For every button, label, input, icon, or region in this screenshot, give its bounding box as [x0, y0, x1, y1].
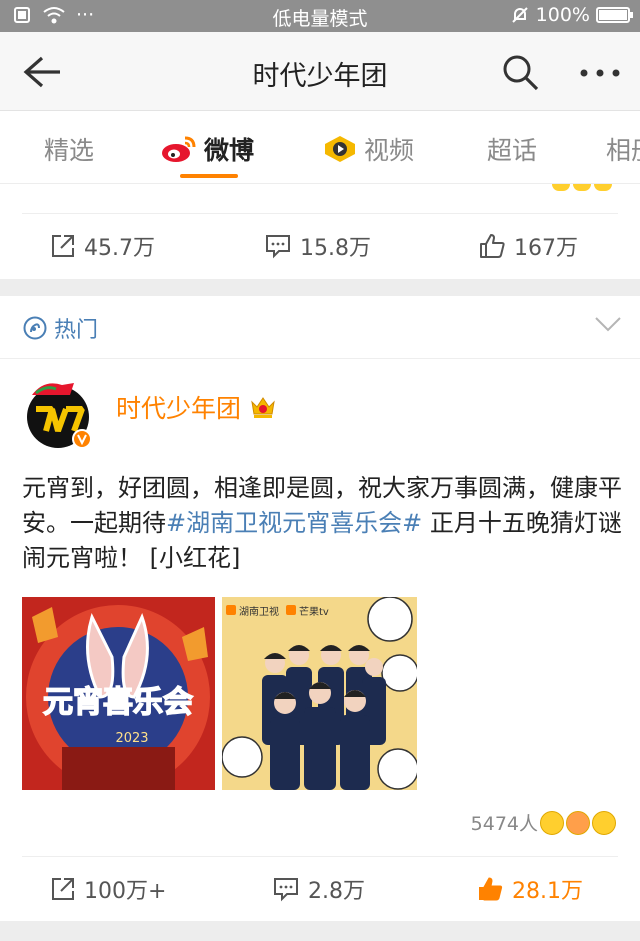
- share-icon: [52, 235, 74, 257]
- weibo-logo-icon: [162, 136, 196, 162]
- tab-supertopic[interactable]: 超话: [487, 131, 537, 167]
- author-name[interactable]: 时代少年团: [116, 389, 277, 425]
- status-bar: ··· 低电量模式 100%: [0, 0, 640, 32]
- page-title: 时代少年团: [252, 61, 388, 92]
- hot-icon: [23, 316, 47, 340]
- like-button[interactable]: 167万: [478, 230, 578, 262]
- chevron-down-icon[interactable]: [594, 314, 622, 334]
- crown-badge-icon: [251, 397, 275, 418]
- hot-label: 热门: [22, 312, 98, 344]
- action-row: 45.7万 15.8万 167万: [0, 214, 640, 278]
- thumbs-up-icon: [480, 234, 505, 258]
- group-photo-image: 湖南卫视 芒果tv: [222, 597, 417, 790]
- more-options-icon[interactable]: [578, 58, 622, 88]
- share-icon: [52, 878, 74, 900]
- avatar[interactable]: [22, 377, 94, 449]
- post-card: 时代少年团 元宵到，好团圆，相逢即是圆，祝大家万事圆满，健康平安。一起期待#湖南…: [0, 359, 640, 921]
- thumbs-up-filled-icon: [479, 877, 503, 901]
- hot-section-header: 热门: [0, 296, 640, 359]
- repost-button[interactable]: 45.7万: [50, 230, 155, 262]
- poster-title: 元宵喜乐会: [43, 685, 193, 720]
- reactions-summary[interactable]: 5474人: [471, 809, 616, 836]
- battery-percent: 100%: [535, 4, 590, 26]
- festival-poster-image: 元宵喜乐会 2023: [22, 597, 215, 790]
- kiss-emoji-icon: [566, 810, 590, 835]
- battery-icon: [596, 7, 633, 23]
- tab-featured[interactable]: 精选: [44, 131, 94, 167]
- laugh-emoji-icon: [592, 810, 616, 835]
- reaction-emojis: [552, 184, 612, 191]
- active-tab-indicator: [180, 174, 238, 178]
- brand-mango: 芒果tv: [299, 605, 329, 618]
- comment-icon: [266, 235, 290, 259]
- reaction-count: 5474人: [470, 813, 538, 835]
- brand-hunan: 湖南卫视: [239, 605, 279, 618]
- post-image-1[interactable]: 元宵喜乐会 2023: [22, 597, 215, 790]
- poster-year: 2023: [115, 731, 148, 746]
- tab-video[interactable]: 视频: [322, 131, 414, 167]
- profile-tabs: 精选 微博 视频 超话 相册: [0, 111, 640, 183]
- video-badge-icon: [325, 136, 355, 162]
- tab-weibo[interactable]: 微博: [160, 131, 254, 167]
- repost-button[interactable]: 100万+: [50, 873, 166, 905]
- post-image-2[interactable]: 湖南卫视 芒果tv: [222, 597, 417, 790]
- bell-off-icon: [511, 7, 528, 23]
- hashtag-link[interactable]: #湖南卫视元宵喜乐会#: [166, 509, 422, 537]
- previous-post-card: 45.7万 15.8万 167万: [0, 184, 640, 279]
- nav-bar: 时代少年团: [0, 32, 640, 111]
- surprised-emoji-icon: [540, 810, 564, 835]
- search-icon[interactable]: [500, 52, 540, 92]
- post-text: 元宵到，好团圆，相逢即是圆，祝大家万事圆满，健康平安。一起期待#湖南卫视元宵喜乐…: [22, 474, 622, 572]
- like-button[interactable]: 28.1万: [476, 873, 583, 905]
- post-action-row: 100万+ 2.8万 28.1万: [0, 857, 640, 921]
- comment-button[interactable]: 2.8万: [272, 873, 365, 905]
- tab-album[interactable]: 相册: [606, 131, 640, 167]
- comment-button[interactable]: 15.8万: [264, 230, 371, 262]
- comment-icon: [274, 878, 298, 902]
